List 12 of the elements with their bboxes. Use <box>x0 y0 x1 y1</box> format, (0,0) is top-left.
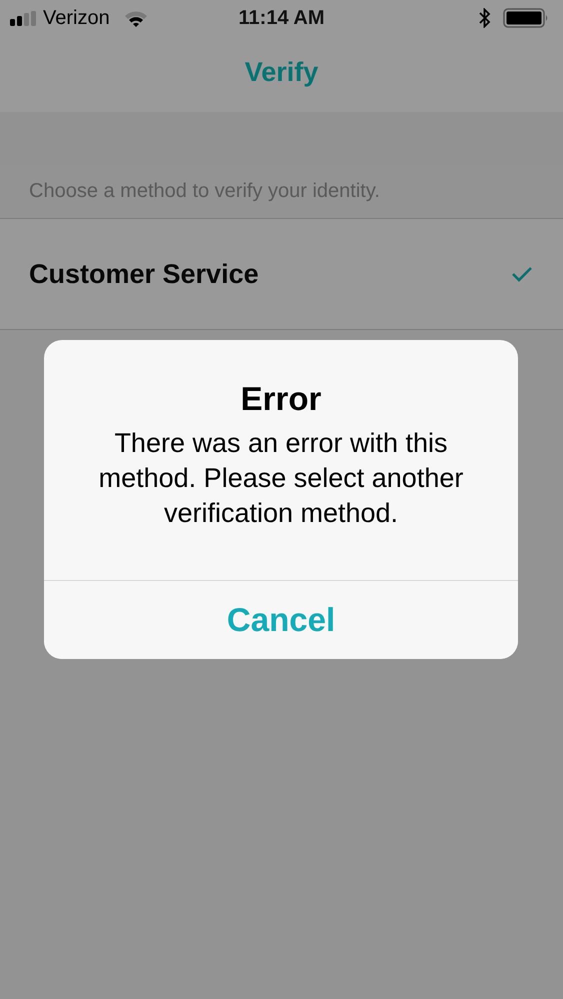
bluetooth-icon <box>479 8 491 28</box>
section-header: Choose a method to verify your identity. <box>29 180 380 203</box>
nav-title: Verify <box>244 56 318 88</box>
alert-message: There was an error with this method. Please select another verification method. <box>98 427 464 530</box>
checkmark-icon <box>511 265 533 283</box>
wifi-icon <box>124 10 148 26</box>
signal-icon <box>10 10 37 26</box>
status-time: 11:14 AM <box>238 6 324 30</box>
battery-icon <box>503 8 549 28</box>
alert-title: Error <box>240 380 322 418</box>
method-row[interactable]: Customer Service <box>0 219 563 330</box>
carrier-name: Verizon <box>43 6 110 30</box>
